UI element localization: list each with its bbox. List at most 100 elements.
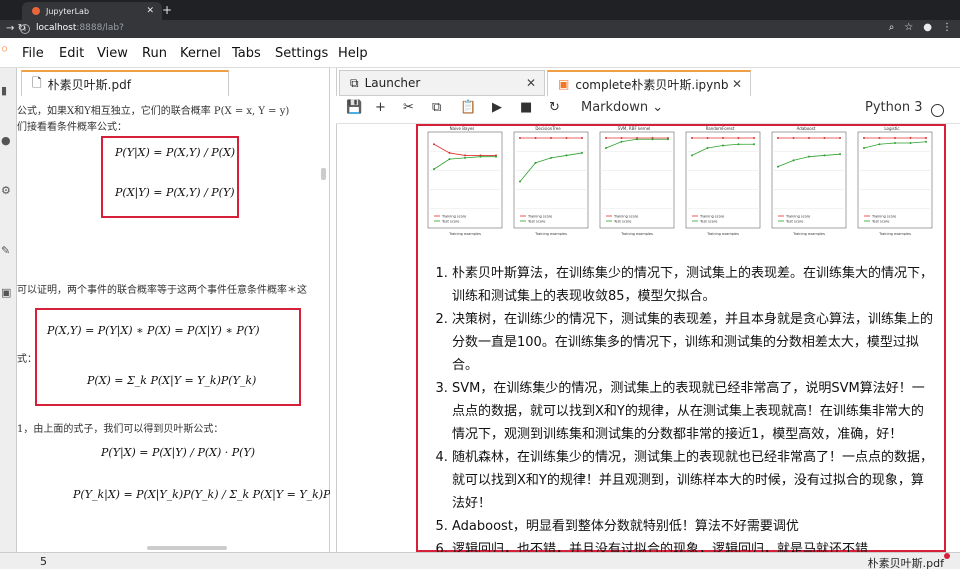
formula: P(X) = Σ_k P(X|Y = Y_k)P(Y_k) [87,374,257,387]
folder-icon[interactable]: ▮ [1,84,13,97]
save-icon[interactable]: 💾 [346,100,362,115]
pdf-panel: 🗋 朴素贝叶斯.pdf 公式，如果X和Y相互独立，它们的联合概率 P(X = x… [17,68,330,552]
browser-tab-bar: JupyterLab ✕ + [0,0,960,20]
close-tab-icon[interactable]: ✕ [146,6,154,16]
x-axis-label: Training examples [792,232,825,236]
chart: DecisionTree Training score Test score Trai… [506,126,590,236]
data-point [691,154,693,157]
formula: P(Y|X) = P(X|Y) / P(X) · P(Y) [101,446,256,459]
data-point [863,137,865,139]
tabs-icon[interactable]: ▣ [1,286,13,299]
legend-label: Training score [613,215,638,219]
x-axis-label: Training examples [620,232,653,236]
new-tab-icon[interactable]: + [162,2,172,18]
legend-label: Training score [871,215,896,219]
kernel-status-icon [931,104,944,117]
chart: Logistic Training score Test score Training… [850,126,934,236]
menu-settings[interactable]: Settings [275,46,328,61]
notebook-icon: ▣ [558,77,570,91]
data-point [565,137,568,139]
data-point [737,143,740,146]
data-point [737,137,740,139]
data-point [534,161,537,164]
data-point [839,153,841,156]
menu-tabs[interactable]: Tabs [232,46,261,61]
data-point [823,154,826,157]
legend-label: Training score [785,215,810,219]
formula: P(X|Y) = P(X,Y) / P(Y) [115,186,235,199]
data-point [863,146,865,149]
data-point [605,146,607,149]
data-point [519,137,521,139]
data-point [534,137,537,139]
pdf-text-line: 式： [17,354,37,365]
launcher-icon: ⧉ [350,75,359,90]
pdf-viewer[interactable]: 公式，如果X和Y相互独立，它们的联合概率 P(X = x, Y = y) 们接看… [17,96,330,552]
data-point [464,156,466,159]
pdf-scrollbar[interactable] [321,168,326,180]
tab-pdf[interactable]: 🗋 朴素贝叶斯.pdf [21,70,229,96]
data-point [839,137,841,139]
browser-tab-title: JupyterLab [46,6,90,16]
legend-label: Training score [441,215,466,219]
data-point [581,137,583,139]
restart-icon[interactable]: ↻ [549,100,560,115]
run-icon[interactable]: ▶ [492,100,502,115]
bookmark-star-icon[interactable]: ☆ [904,22,913,33]
property-inspector-icon[interactable]: ✎ [1,244,13,257]
pdf-hscrollbar[interactable] [147,546,227,550]
data-point [620,137,623,139]
menu-edit[interactable]: Edit [59,46,84,61]
address-bar: → ↻ i localhost:8888/lab? ⌕ ☆ ● ⋮ [0,20,960,38]
pdf-text-line: 们接看看条件概率公式： [17,122,127,133]
tab-launcher[interactable]: ⧉ Launcher ✕ [339,70,545,96]
data-point [550,137,552,139]
kernel-name[interactable]: Python 3 [865,100,922,115]
chart: SVM, RBF kernel Training score Test score T… [592,126,676,236]
learning-curve-charts: Naive Bayes Training score Test score Train… [420,126,944,236]
zoom-icon[interactable]: ⌕ [889,22,895,33]
data-point [777,137,779,139]
tab-notebook-label: complete朴素贝叶斯.ipynb [575,77,729,92]
add-cell-icon[interactable]: + [375,100,386,115]
chart-plot: Training scoreTest score Training example… [685,131,761,236]
close-tab-icon[interactable]: ✕ [732,77,742,91]
close-tab-icon[interactable]: ✕ [526,76,536,90]
paste-icon[interactable]: 📋 [460,100,476,115]
profile-icon[interactable]: ● [923,22,932,33]
x-axis-label: Training examples [706,232,739,236]
data-point [722,137,724,139]
copy-icon[interactable]: ⧉ [432,100,441,115]
data-point [878,143,881,146]
menu-icon[interactable]: ⋮ [942,22,952,33]
status-count: 5 [40,555,47,568]
stop-icon[interactable]: ■ [520,100,532,115]
url-field[interactable]: localhost:8888/lab? [36,23,124,33]
pdf-text-line: 1，由上面的式子，我们可以得到贝叶斯公式： [17,424,224,435]
menu-file[interactable]: File [22,46,44,61]
menu-run[interactable]: Run [142,46,167,61]
running-icon[interactable]: ● [1,134,13,147]
tab-launcher-label: Launcher [364,76,421,90]
data-point [479,155,482,158]
menu-help[interactable]: Help [338,46,368,61]
menu-view[interactable]: View [97,46,128,61]
resize-handle[interactable] [944,553,950,559]
pdf-text-line: 公式，如果X和Y相互独立，它们的联合概率 P(X = x, Y = y) [17,106,290,117]
chart-plot: Training scoreTest score Training example… [771,131,847,236]
menu-kernel[interactable]: Kernel [180,46,221,61]
cut-icon[interactable]: ✂ [403,100,414,115]
data-point [448,151,451,154]
commands-icon[interactable]: ⚙ [1,184,13,197]
tab-notebook[interactable]: ▣ complete朴素贝叶斯.ipynb ✕ [547,70,751,96]
chart-plot: Training scoreTest score Training example… [427,131,503,236]
x-axis-label: Training examples [534,232,567,236]
data-point [448,158,451,161]
browser-tab[interactable]: JupyterLab ✕ [22,2,162,20]
pdf-text-line: 可以证明，两个事件的联合概率等于这两个事件任意条件概率＊这 [17,285,307,296]
info-icon[interactable]: i [20,24,30,34]
data-point [792,137,795,139]
list-item: Adaboost，明显看到整体分数就特别低！算法不好需要调优 [452,515,936,538]
cell-type-select[interactable]: Markdown ⌄ [581,100,663,115]
legend-label: Test score [441,220,459,224]
